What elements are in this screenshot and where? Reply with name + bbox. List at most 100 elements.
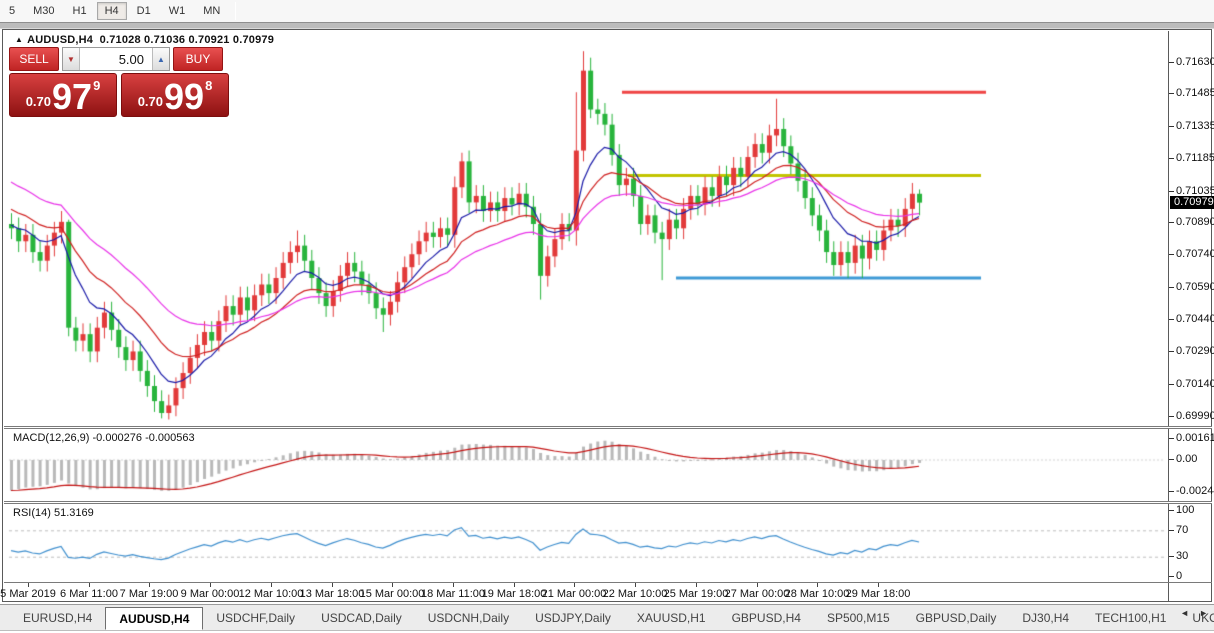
- time-axis-label: 15 Mar 00:00: [360, 588, 425, 600]
- macd-axis-label-tick: [1169, 459, 1174, 460]
- timeframe-button-h1[interactable]: H1: [65, 2, 95, 20]
- timeframe-button-5[interactable]: 5: [1, 2, 23, 20]
- time-axis-separator: [4, 582, 1212, 583]
- macd-axis-label: -0.002443: [1176, 485, 1214, 497]
- time-axis-tick: [757, 583, 758, 587]
- rsi-axis-label: 100: [1176, 504, 1194, 516]
- price-axis-label: 0.71335: [1176, 120, 1214, 132]
- time-axis-label: 22 Mar 10:00: [603, 588, 668, 600]
- price-axis-label-tick: [1169, 93, 1174, 94]
- price-axis-label-tick: [1169, 126, 1174, 127]
- tab-scroll-buttons: ◄ ►: [1180, 608, 1208, 618]
- symbol-tab-usdcad[interactable]: USDCAD,Daily: [308, 605, 415, 630]
- price-axis-label: 0.70290: [1176, 345, 1214, 357]
- rsi-label: RSI(14) 51.3169: [13, 507, 94, 519]
- time-axis-label: 12 Mar 10:00: [239, 588, 304, 600]
- one-click-trade-widget: SELL ▼ ▲ BUY 0.70 97 9 0.70 99 8: [9, 47, 231, 117]
- macd-label: MACD(12,26,9) -0.000276 -0.000563: [13, 432, 195, 444]
- price-axis-label-tick: [1169, 222, 1174, 223]
- time-axis-tick: [28, 583, 29, 587]
- chart-symbol: AUDUSD,H4: [27, 34, 93, 46]
- time-axis-tick: [210, 583, 211, 587]
- symbol-tab-sp500[interactable]: SP500,M15: [814, 605, 903, 630]
- chart-ohlc-values: 0.71028 0.71036 0.70921 0.70979: [100, 34, 274, 46]
- sell-price-big: 97: [52, 82, 92, 113]
- price-axis-label-tick: [1169, 416, 1174, 417]
- tab-scroll-left-icon[interactable]: ◄: [1180, 608, 1189, 618]
- symbol-tab-usdjpy[interactable]: USDJPY,Daily: [522, 605, 624, 630]
- macd-axis-label: 0.001615: [1176, 432, 1214, 444]
- symbol-tab-bar: EURUSD,H4AUDUSD,H4USDCHF,DailyUSDCAD,Dai…: [0, 604, 1214, 631]
- price-axis-label-tick: [1169, 254, 1174, 255]
- time-axis-label: 27 Mar 00:00: [725, 588, 790, 600]
- time-axis-label: 13 Mar 18:00: [300, 588, 365, 600]
- time-axis-tick: [271, 583, 272, 587]
- time-axis-tick: [149, 583, 150, 587]
- time-axis-label: 9 Mar 00:00: [181, 588, 240, 600]
- timeframe-button-m30[interactable]: M30: [25, 2, 62, 20]
- volume-decrease-button[interactable]: ▼: [63, 48, 80, 70]
- symbol-tab-gbpusd[interactable]: GBPUSD,Daily: [903, 605, 1010, 630]
- volume-stepper: ▼ ▲: [62, 47, 170, 71]
- sell-price-pip: 9: [93, 78, 100, 93]
- symbol-tab-audusd[interactable]: AUDUSD,H4: [105, 607, 203, 630]
- trading-platform: 5M30H1H4D1W1MN ▲ AUDUSD,H4 0.71028 0.7103…: [0, 0, 1214, 633]
- price-axis-label-tick: [1169, 319, 1174, 320]
- symbol-collapse-icon[interactable]: ▲: [15, 35, 23, 44]
- buy-price-pip: 8: [205, 78, 212, 93]
- tab-scroll-right-icon[interactable]: ►: [1199, 608, 1208, 618]
- sell-price-box[interactable]: 0.70 97 9: [9, 73, 117, 117]
- macd-axis-label-tick: [1169, 491, 1174, 492]
- rsi-axis-label-tick: [1169, 576, 1174, 577]
- buy-price-big: 99: [164, 82, 204, 113]
- window-chrome-strip: [0, 22, 1214, 29]
- macd-value-signal: -0.000563: [145, 432, 195, 444]
- rsi-axis-label-tick: [1169, 530, 1174, 531]
- price-axis-label: 0.70140: [1176, 378, 1214, 390]
- price-axis-label: 0.70590: [1176, 281, 1214, 293]
- chart-ohlc-header: ▲ AUDUSD,H4 0.71028 0.71036 0.70921 0.709…: [15, 34, 274, 46]
- macd-splitter-edge: [4, 428, 1212, 429]
- time-axis-tick: [453, 583, 454, 587]
- sell-price-prefix: 0.70: [26, 94, 51, 109]
- rsi-axis-label-tick: [1169, 556, 1174, 557]
- volume-increase-button[interactable]: ▲: [152, 48, 169, 70]
- time-axis-tick: [635, 583, 636, 587]
- rsi-splitter-edge: [4, 503, 1212, 504]
- time-axis-tick: [89, 583, 90, 587]
- buy-price-box[interactable]: 0.70 99 8: [121, 73, 229, 117]
- price-axis-label-tick: [1169, 158, 1174, 159]
- timeframe-button-w1[interactable]: W1: [161, 2, 194, 20]
- symbol-tab-xauusd[interactable]: XAUUSD,H1: [624, 605, 719, 630]
- symbol-tab-gbpusd[interactable]: GBPUSD,H4: [719, 605, 814, 630]
- symbol-tab-usdchf[interactable]: USDCHF,Daily: [203, 605, 308, 630]
- rsi-value: 51.3169: [54, 507, 94, 519]
- time-axis-label: 25 Mar 19:00: [664, 588, 729, 600]
- price-axis-label: 0.70440: [1176, 313, 1214, 325]
- macd-name: MACD(12,26,9): [13, 432, 89, 444]
- sell-button[interactable]: SELL: [9, 47, 59, 71]
- time-axis-label: 7 Mar 19:00: [120, 588, 179, 600]
- timeframe-button-mn[interactable]: MN: [195, 2, 228, 20]
- time-axis-label: 29 Mar 18:00: [846, 588, 911, 600]
- time-axis-label: 5 Mar 2019: [0, 588, 56, 600]
- symbol-tab-eurusd[interactable]: EURUSD,H4: [10, 605, 105, 630]
- current-price-tag: 0.70979: [1170, 196, 1214, 209]
- price-axis-label: 0.70890: [1176, 216, 1214, 228]
- toolbar-separator: [235, 2, 236, 20]
- time-axis-label: 21 Mar 00:00: [542, 588, 607, 600]
- price-axis-label-tick: [1169, 62, 1174, 63]
- rsi-name: RSI(14): [13, 507, 51, 519]
- symbol-tab-tech100[interactable]: TECH100,H1: [1082, 605, 1179, 630]
- symbol-tab-dj30[interactable]: DJ30,H4: [1009, 605, 1082, 630]
- time-axis-tick: [878, 583, 879, 587]
- time-axis-tick: [574, 583, 575, 587]
- macd-value-main: -0.000276: [92, 432, 142, 444]
- macd-axis-label: 0.00: [1176, 453, 1197, 465]
- price-axis-label-tick: [1169, 351, 1174, 352]
- timeframe-button-d1[interactable]: D1: [129, 2, 159, 20]
- symbol-tab-usdcnh[interactable]: USDCNH,Daily: [415, 605, 522, 630]
- buy-button[interactable]: BUY: [173, 47, 223, 71]
- timeframe-button-h4[interactable]: H4: [97, 2, 127, 20]
- volume-input[interactable]: [80, 48, 152, 70]
